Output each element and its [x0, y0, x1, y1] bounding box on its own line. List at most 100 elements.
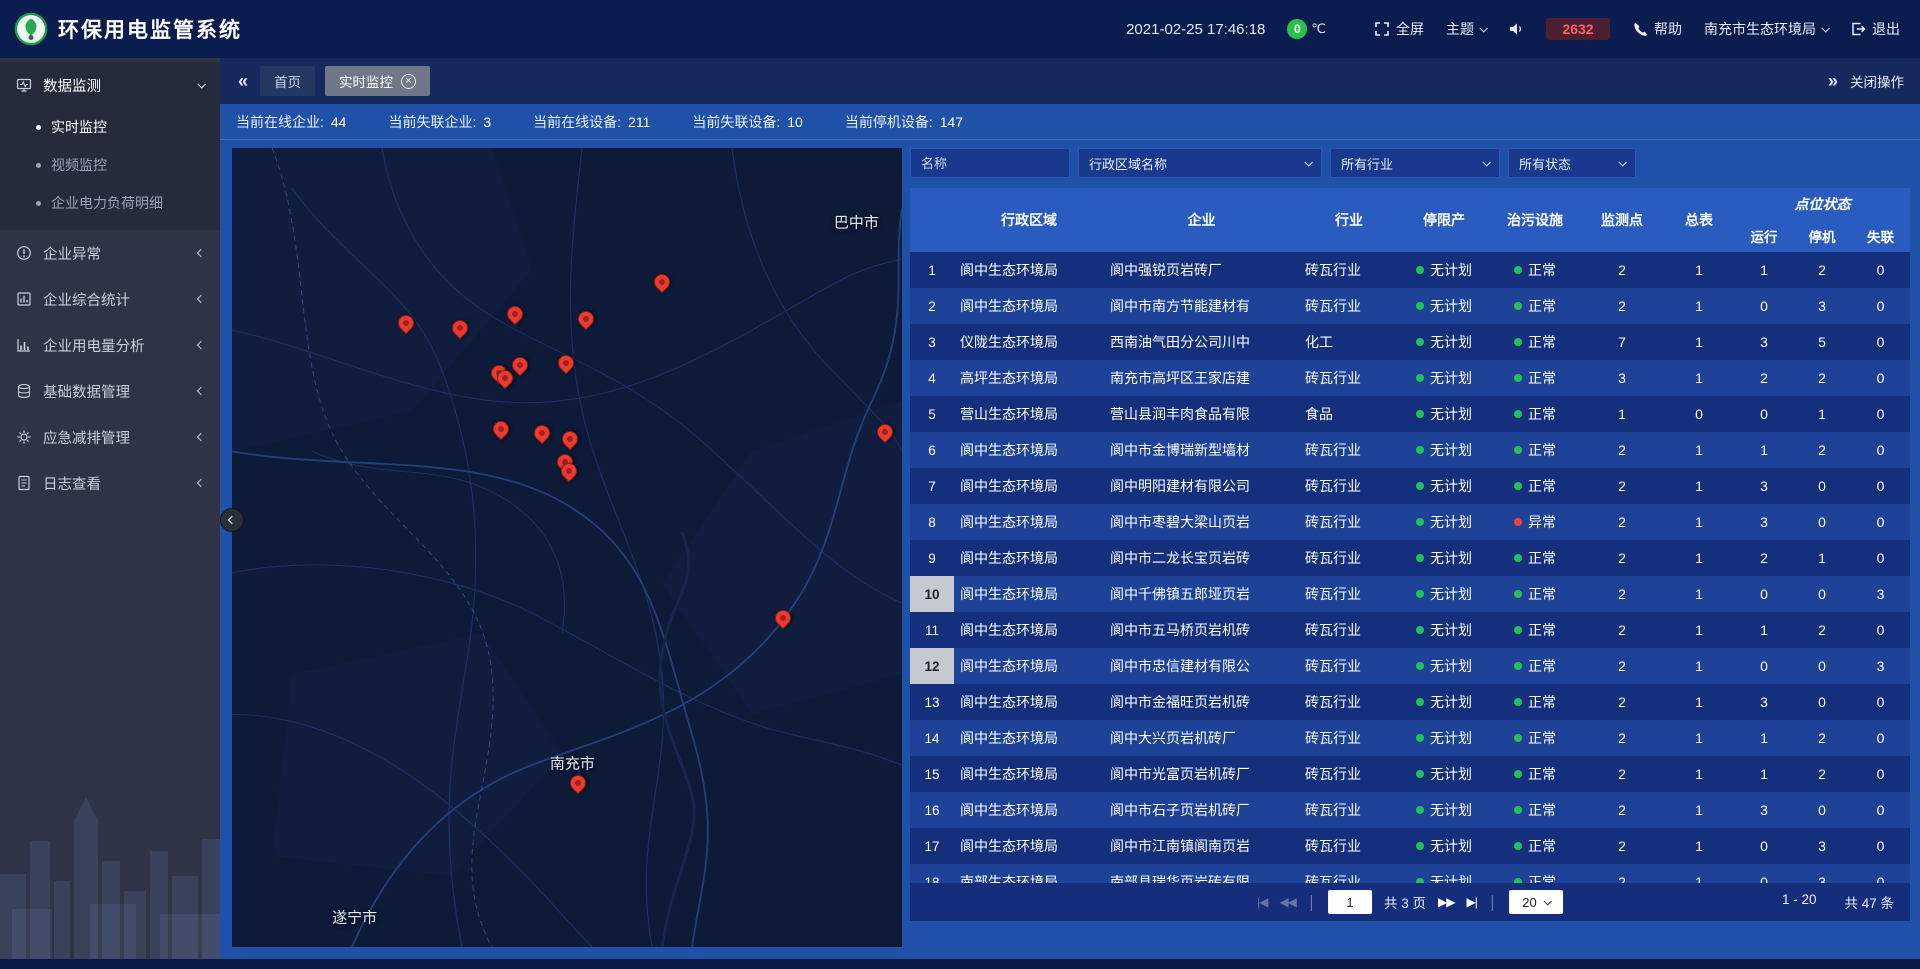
gear-icon [16, 429, 32, 445]
sidebar-item-power-load-detail[interactable]: 企业电力负荷明细 [0, 184, 220, 222]
sidebar-item-video-monitoring[interactable]: 视频监控 [0, 146, 220, 184]
tab-realtime-monitoring[interactable]: 实时监控 × [325, 66, 430, 96]
table-row[interactable]: 18南部生态环境局南部县瑞华页岩砖有限砖瓦行业无计划正常21030 [910, 864, 1910, 883]
first-page-button[interactable]: |◀ [1257, 895, 1267, 909]
cell-run: 1 [1735, 252, 1793, 288]
cell-company: 阆中市金博瑞新型墙材 [1104, 432, 1299, 468]
table-row[interactable]: 14阆中生态环境局阆中大兴页岩机砖厂砖瓦行业无计划正常21120 [910, 720, 1910, 756]
table-row[interactable]: 5营山生态环境局营山县润丰肉食品有限食品无计划正常10010 [910, 396, 1910, 432]
table-row[interactable]: 16阆中生态环境局阆中市石子页岩机砖厂砖瓦行业无计划正常21300 [910, 792, 1910, 828]
page-size-select[interactable]: 20 [1509, 890, 1563, 914]
chevron-down-icon [1821, 24, 1829, 32]
next-page-button[interactable]: ▶▶ [1438, 895, 1454, 909]
map-canvas[interactable]: 巴中市南充市遂宁市 [232, 148, 902, 947]
map-pin-icon[interactable] [774, 609, 792, 633]
map-pin-icon[interactable] [577, 310, 595, 334]
pin-shape [490, 418, 513, 441]
table-row[interactable]: 3仪陇生态环境局西南油气田分公司川中化工无计划正常71350 [910, 324, 1910, 360]
theme-menu[interactable]: 主题 [1446, 19, 1486, 39]
map-pin-icon[interactable] [569, 774, 587, 798]
fullscreen-button[interactable]: 全屏 [1374, 19, 1424, 39]
chevron-down-icon [1482, 158, 1490, 166]
map-pin-icon[interactable] [561, 430, 579, 454]
table-row[interactable]: 6阆中生态环境局阆中市金博瑞新型墙材砖瓦行业无计划正常21120 [910, 432, 1910, 468]
cell-region: 阆中生态环境局 [954, 540, 1104, 576]
sidebar-item-realtime-monitoring[interactable]: 实时监控 [0, 108, 220, 146]
table-row[interactable]: 9阆中生态环境局阆中市二龙长宝页岩砖砖瓦行业无计划正常21210 [910, 540, 1910, 576]
chevron-down-icon [1618, 158, 1626, 166]
cell-lost: 0 [1851, 720, 1910, 756]
cell-stop: 0 [1793, 684, 1851, 720]
table-row[interactable]: 15阆中生态环境局阆中市光富页岩机砖厂砖瓦行业无计划正常21120 [910, 756, 1910, 792]
sidebar-item-emergency-reduction[interactable]: 应急减排管理 [0, 414, 220, 460]
map-pin-icon[interactable] [560, 462, 578, 486]
chevron-left-icon [197, 249, 205, 257]
facility-status-label: 正常 [1528, 728, 1556, 748]
facility-status-label: 正常 [1528, 404, 1556, 424]
map-pin-icon[interactable] [557, 354, 575, 378]
col-meters: 总表 [1663, 188, 1735, 252]
tab-home[interactable]: 首页 [260, 66, 315, 96]
last-page-button[interactable]: ▶| [1466, 895, 1476, 909]
table-row[interactable]: 8阆中生态环境局阆中市枣碧大梁山页岩砖瓦行业无计划异常21300 [910, 504, 1910, 540]
sidebar-item-power-usage-analysis[interactable]: 企业用电量分析 [0, 322, 220, 368]
tabs-scroll-left-button[interactable]: « [236, 72, 250, 90]
alarm-sound-button[interactable] [1508, 21, 1524, 37]
alarm-count-badge[interactable]: 2632 [1546, 18, 1610, 40]
cell-facility: 正常 [1489, 288, 1581, 324]
row-index: 10 [910, 576, 954, 612]
sidebar-item-enterprise-statistics[interactable]: 企业综合统计 [0, 276, 220, 322]
name-filter-input[interactable] [910, 148, 1070, 178]
status-filter-select[interactable]: 所有状态 [1508, 148, 1636, 178]
sidebar-item-log-view[interactable]: 日志查看 [0, 460, 220, 506]
table-row[interactable]: 7阆中生态环境局阆中明阳建材有限公司砖瓦行业无计划正常21300 [910, 468, 1910, 504]
table-row[interactable]: 4高坪生态环境局南充市高坪区王家店建砖瓦行业无计划正常31220 [910, 360, 1910, 396]
cell-run: 3 [1735, 504, 1793, 540]
table-row[interactable]: 17阆中生态环境局阆中市江南镇阆南页岩砖瓦行业无计划正常21030 [910, 828, 1910, 864]
row-index: 16 [910, 792, 954, 828]
cell-region: 阆中生态环境局 [954, 828, 1104, 864]
map-pin-icon[interactable] [511, 356, 529, 380]
map-collapse-handle[interactable] [220, 508, 244, 532]
sidebar-item-enterprise-abnormal[interactable]: 企业异常 [0, 230, 220, 276]
cell-company: 南部县瑞华页岩砖有限 [1104, 864, 1299, 883]
cell-meters: 1 [1663, 612, 1735, 648]
industry-filter-select[interactable]: 所有行业 [1330, 148, 1500, 178]
map-pin-icon[interactable] [506, 305, 524, 329]
green-dot-icon [1514, 662, 1522, 670]
facility-status-label: 正常 [1528, 332, 1556, 352]
table-row[interactable]: 1阆中生态环境局阆中强锐页岩砖厂砖瓦行业无计划正常21120 [910, 252, 1910, 288]
region-filter-select[interactable]: 行政区域名称 [1078, 148, 1322, 178]
table-row[interactable]: 12阆中生态环境局阆中市忠信建材有限公砖瓦行业无计划正常21003 [910, 648, 1910, 684]
map-pin-icon[interactable] [451, 319, 469, 343]
page-number-input[interactable] [1328, 890, 1372, 914]
map-pin-icon[interactable] [533, 424, 551, 448]
table-row[interactable]: 2阆中生态环境局阆中市南方节能建材有砖瓦行业无计划正常21030 [910, 288, 1910, 324]
table-row[interactable]: 10阆中生态环境局阆中千佛镇五郎垭页岩砖瓦行业无计划正常21003 [910, 576, 1910, 612]
sidebar-item-basic-data-management[interactable]: 基础数据管理 [0, 368, 220, 414]
cell-stop: 2 [1793, 252, 1851, 288]
map-pin-icon[interactable] [876, 423, 894, 447]
cell-facility: 正常 [1489, 792, 1581, 828]
table-row[interactable]: 13阆中生态环境局阆中市金福旺页岩机砖砖瓦行业无计划正常21300 [910, 684, 1910, 720]
tabs-scroll-right-button[interactable]: » [1826, 72, 1840, 90]
tab-close-icon[interactable]: × [401, 74, 416, 89]
limit-status-label: 无计划 [1430, 404, 1472, 424]
help-button[interactable]: 帮助 [1632, 19, 1682, 39]
map-pin-icon[interactable] [492, 420, 510, 444]
map-pin-icon[interactable] [653, 273, 671, 297]
cell-points: 2 [1581, 720, 1663, 756]
cell-points: 2 [1581, 864, 1663, 883]
row-index: 15 [910, 756, 954, 792]
close-operations-button[interactable]: 关闭操作 [1850, 71, 1904, 91]
logout-button[interactable]: 退出 [1850, 19, 1900, 39]
map-pin-icon[interactable] [397, 314, 415, 338]
table-row[interactable]: 11阆中生态环境局阆中市五马桥页岩机砖砖瓦行业无计划正常21120 [910, 612, 1910, 648]
cell-limit: 无计划 [1399, 468, 1489, 504]
prev-page-button[interactable]: ◀◀ [1279, 895, 1295, 909]
sidebar-item-data-monitoring[interactable]: 数据监测 [0, 62, 220, 108]
stat-label: 当前停机设备: [845, 112, 933, 132]
org-menu[interactable]: 南充市生态环境局 [1704, 19, 1828, 39]
cell-company: 阆中明阳建材有限公司 [1104, 468, 1299, 504]
temperature-unit: ℃ [1311, 21, 1326, 37]
